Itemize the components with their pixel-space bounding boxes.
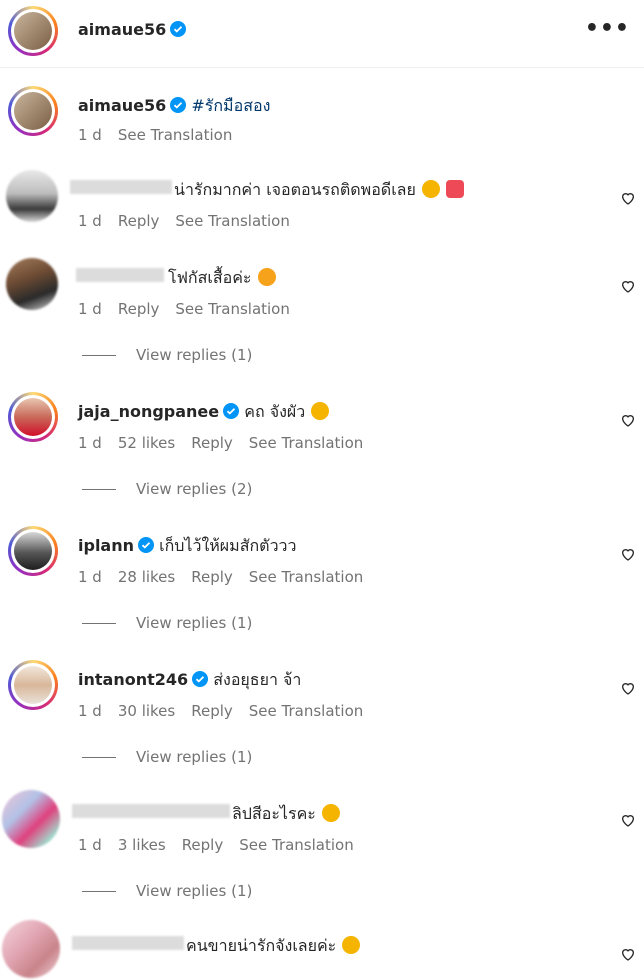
post-header: aimaue56 •••	[0, 0, 644, 68]
commenter-avatar[interactable]	[6, 170, 58, 222]
likes-count[interactable]: 28 likes	[118, 568, 175, 586]
comment-time: 1 d	[78, 702, 102, 720]
comment-text: jaja_nongpanee คถ จังผัว	[78, 400, 330, 425]
view-replies-button[interactable]: View replies (1)	[82, 346, 252, 364]
heart-eyes-emoji	[342, 936, 361, 954]
verified-icon	[192, 671, 209, 687]
comment-time: 1 d	[78, 434, 102, 452]
caption-meta: 1 d See Translation	[78, 126, 248, 144]
view-replies-button[interactable]: View replies (2)	[82, 480, 252, 498]
comment-username[interactable]: intanont246	[78, 670, 188, 689]
view-replies-button[interactable]: View replies (1)	[82, 614, 252, 632]
comment-text: iplann เก็บไว้ให้ผมสักตัววว	[78, 536, 297, 555]
hugging-emoji	[257, 268, 276, 286]
like-heart-icon[interactable]	[620, 680, 636, 696]
comment-item: jaja_nongpanee คถ จังผัว 1 d 52 likes Repl…	[0, 388, 644, 508]
reply-button[interactable]: Reply	[118, 300, 160, 318]
red-heart-emoji	[445, 180, 464, 198]
view-replies-button[interactable]: View replies (1)	[82, 882, 252, 900]
commenter-avatar[interactable]	[2, 920, 60, 978]
likes-count[interactable]: 3 likes	[118, 836, 166, 854]
comment-text: โฟกัสเสื้อค่ะ	[168, 266, 276, 291]
more-options-button[interactable]: •••	[585, 16, 630, 41]
like-heart-icon[interactable]	[620, 946, 636, 962]
commenter-avatar[interactable]	[8, 526, 58, 576]
like-heart-icon[interactable]	[620, 412, 636, 428]
comment-time: 1 d	[78, 212, 102, 230]
caption-text: aimaue56 #รักมือสอง	[78, 94, 270, 119]
heart-eyes-emoji	[421, 180, 440, 198]
comment-text: ลิปสีอะไรคะ	[232, 802, 340, 827]
comment-meta: 1 d 52 likes Reply See Translation	[78, 434, 379, 452]
comment-meta: 1 d 3 likes Reply See Translation	[78, 836, 370, 854]
commenter-avatar[interactable]	[8, 660, 58, 710]
likes-count[interactable]: 30 likes	[118, 702, 175, 720]
author-avatar[interactable]	[8, 6, 58, 56]
comment-item: ลิปสีอะไรคะ 1 d 3 likes Reply See Translati…	[0, 790, 644, 910]
like-heart-icon[interactable]	[620, 812, 636, 828]
like-heart-icon[interactable]	[620, 546, 636, 562]
blurred-username[interactable]	[72, 804, 230, 818]
see-translation-button[interactable]: See Translation	[249, 702, 363, 720]
comment-item: iplann เก็บไว้ให้ผมสักตัววว 1 d 28 likes R…	[0, 522, 644, 642]
reply-button[interactable]: Reply	[191, 702, 233, 720]
laughing-emoji	[311, 402, 330, 420]
see-translation-button[interactable]: See Translation	[175, 300, 289, 318]
caption: aimaue56 #รักมือสอง 1 d See Translation	[0, 82, 644, 152]
verified-icon	[138, 537, 154, 553]
blurred-username[interactable]	[72, 936, 184, 950]
hashtag-link[interactable]: #รักมือสอง	[191, 96, 270, 115]
blurred-username[interactable]	[70, 180, 172, 194]
blurred-username[interactable]	[76, 268, 164, 282]
likes-count[interactable]: 52 likes	[118, 434, 175, 452]
comment-meta: 1 d 30 likes Reply See Translation	[78, 702, 379, 720]
verified-icon	[223, 403, 240, 419]
comment-text: น่ารักมากค่า เจอตอนรถติดพอดีเลย	[174, 178, 464, 203]
comment-item: คนขายน่ารักจังเลยค่ะ	[0, 920, 644, 980]
caption-avatar[interactable]	[8, 86, 58, 136]
commenter-avatar[interactable]	[8, 392, 58, 442]
caption-time: 1 d	[78, 126, 102, 144]
commenter-avatar[interactable]	[6, 258, 58, 310]
see-translation-button[interactable]: See Translation	[249, 434, 363, 452]
reply-button[interactable]: Reply	[182, 836, 224, 854]
heart-eyes-emoji	[321, 804, 340, 822]
comment-time: 1 d	[78, 836, 102, 854]
comment-item: intanont246 ส่งอยุธยา จ้า 1 d 30 likes Rep…	[0, 656, 644, 776]
see-translation-button[interactable]: See Translation	[175, 212, 289, 230]
comment-text: คนขายน่ารักจังเลยค่ะ	[186, 934, 361, 959]
comment-username[interactable]: iplann	[78, 536, 134, 555]
view-replies-button[interactable]: View replies (1)	[82, 748, 252, 766]
see-translation-button[interactable]: See Translation	[239, 836, 353, 854]
reply-button[interactable]: Reply	[118, 212, 160, 230]
header-username[interactable]: aimaue56	[78, 20, 187, 39]
comment-item: น่ารักมากค่า เจอตอนรถติดพอดีเลย 1 d Reply…	[0, 166, 644, 246]
comment-meta: 1 d 28 likes Reply See Translation	[78, 568, 379, 586]
comment-username[interactable]: jaja_nongpanee	[78, 402, 219, 421]
verified-icon	[170, 97, 187, 113]
commenter-avatar[interactable]	[2, 790, 60, 848]
comment-time: 1 d	[78, 568, 102, 586]
comment-text: intanont246 ส่งอยุธยา จ้า	[78, 670, 302, 689]
verified-icon	[170, 21, 187, 37]
like-heart-icon[interactable]	[620, 190, 636, 206]
like-heart-icon[interactable]	[620, 278, 636, 294]
caption-username[interactable]: aimaue56	[78, 96, 166, 115]
comment-meta: 1 d Reply See Translation	[78, 300, 306, 318]
comment-item: โฟกัสเสื้อค่ะ 1 d Reply See Translation Vi…	[0, 254, 644, 374]
see-translation-button[interactable]: See Translation	[118, 126, 232, 144]
reply-button[interactable]: Reply	[191, 434, 233, 452]
comment-time: 1 d	[78, 300, 102, 318]
comment-meta: 1 d Reply See Translation	[78, 212, 306, 230]
reply-button[interactable]: Reply	[191, 568, 233, 586]
see-translation-button[interactable]: See Translation	[249, 568, 363, 586]
